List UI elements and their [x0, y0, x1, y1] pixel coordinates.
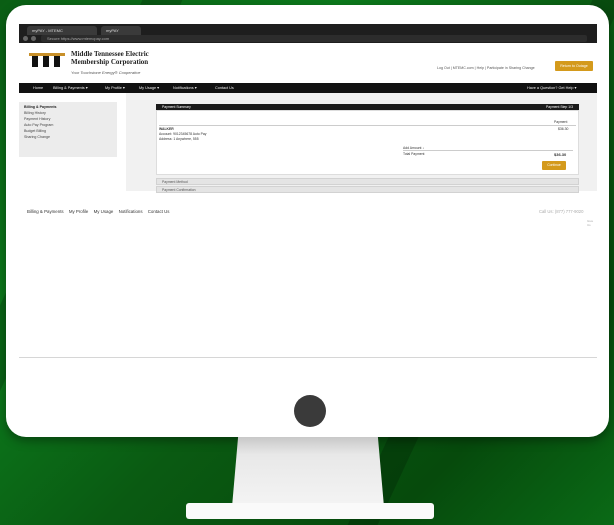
divider	[159, 125, 576, 126]
section-label: Payment Confirmation	[162, 188, 196, 192]
return-button[interactable]: Return to Outage	[555, 61, 593, 71]
total-payment-value: $36.30	[554, 152, 567, 157]
nav-help[interactable]: Have a Question? Get Help ▾	[527, 83, 576, 93]
footer-link-profile[interactable]: My Profile	[69, 209, 89, 214]
account-number: Account: 9012345678 Auto Pay	[159, 132, 207, 136]
screen-bezel-line	[19, 357, 597, 358]
section-payment-method[interactable]: Payment Method	[156, 178, 579, 185]
utility-links[interactable]: Log Out | MTEMC.com | Help | Participate…	[437, 66, 535, 70]
mtemc-logo-icon	[29, 53, 65, 67]
power-button-icon	[294, 395, 326, 427]
org-name-line1: Middle Tennessee Electric	[71, 50, 149, 58]
sidebar-item-sharing-change[interactable]: Sharing Change	[19, 134, 117, 140]
nav-billing-payments[interactable]: Billing & Payments ▾	[53, 83, 88, 93]
footer-link-notifications[interactable]: Notifications	[119, 209, 143, 214]
forward-icon[interactable]	[31, 36, 36, 41]
total-payment-label: Total Payment	[403, 152, 425, 156]
nav-my-usage[interactable]: My Usage ▾	[139, 83, 159, 93]
footer-links: Billing & Payments My Profile My Usage N…	[27, 209, 173, 214]
account-address: Address: 1 Anywhere, 555	[159, 137, 199, 141]
footer-link-billing[interactable]: Billing & Payments	[27, 209, 64, 214]
account-name: WALKER	[159, 127, 174, 131]
monitor-stand	[232, 437, 384, 507]
footer-phone: Call Us: (877) 777-9020	[539, 209, 584, 214]
nav-contact-us[interactable]: Contact Us	[215, 83, 234, 93]
footer-link-usage[interactable]: My Usage	[94, 209, 114, 214]
payment-summary-box	[156, 110, 579, 175]
footer-link-contact[interactable]: Contact Us	[148, 209, 170, 214]
screen: myPAY - MTEMC myPAY Secure https://www.m…	[19, 24, 597, 357]
divider	[403, 150, 573, 151]
back-icon[interactable]	[23, 36, 28, 41]
continue-button[interactable]: Continue	[542, 161, 566, 170]
address-bar[interactable]: Secure https://www.mtemcpay.com	[41, 35, 587, 42]
monitor-frame: myPAY - MTEMC myPAY Secure https://www.m…	[6, 5, 609, 437]
monitor-base	[186, 503, 434, 519]
org-name: Middle Tennessee Electric Membership Cor…	[71, 50, 149, 66]
payment-column-header: Payment	[554, 120, 568, 124]
browser-chrome: myPAY - MTEMC myPAY Secure https://www.m…	[19, 24, 597, 43]
nav-my-profile[interactable]: My Profile ▾	[105, 83, 125, 93]
account-amount: $36.30	[558, 127, 569, 131]
site-header: Middle Tennessee Electric Membership Cor…	[19, 43, 597, 83]
browser-tab[interactable]: myPAY	[101, 26, 141, 35]
browser-tab[interactable]: myPAY - MTEMC	[27, 26, 97, 35]
sidebar: Billing & Payments Billing History Payme…	[19, 102, 117, 157]
nav-notifications[interactable]: Notifications ▾	[173, 83, 197, 93]
org-name-line2: Membership Corporation	[71, 58, 149, 66]
nav-home[interactable]: Home	[33, 83, 43, 93]
main-nav: Home Billing & Payments ▾ My Profile ▾ M…	[19, 83, 597, 93]
section-payment-confirmation[interactable]: Payment Confirmation	[156, 186, 579, 193]
tagline: Your Touchstone Energy® Cooperative	[71, 70, 141, 75]
footer-sub: Give Us	[587, 219, 594, 227]
section-label: Payment Method	[162, 180, 188, 184]
